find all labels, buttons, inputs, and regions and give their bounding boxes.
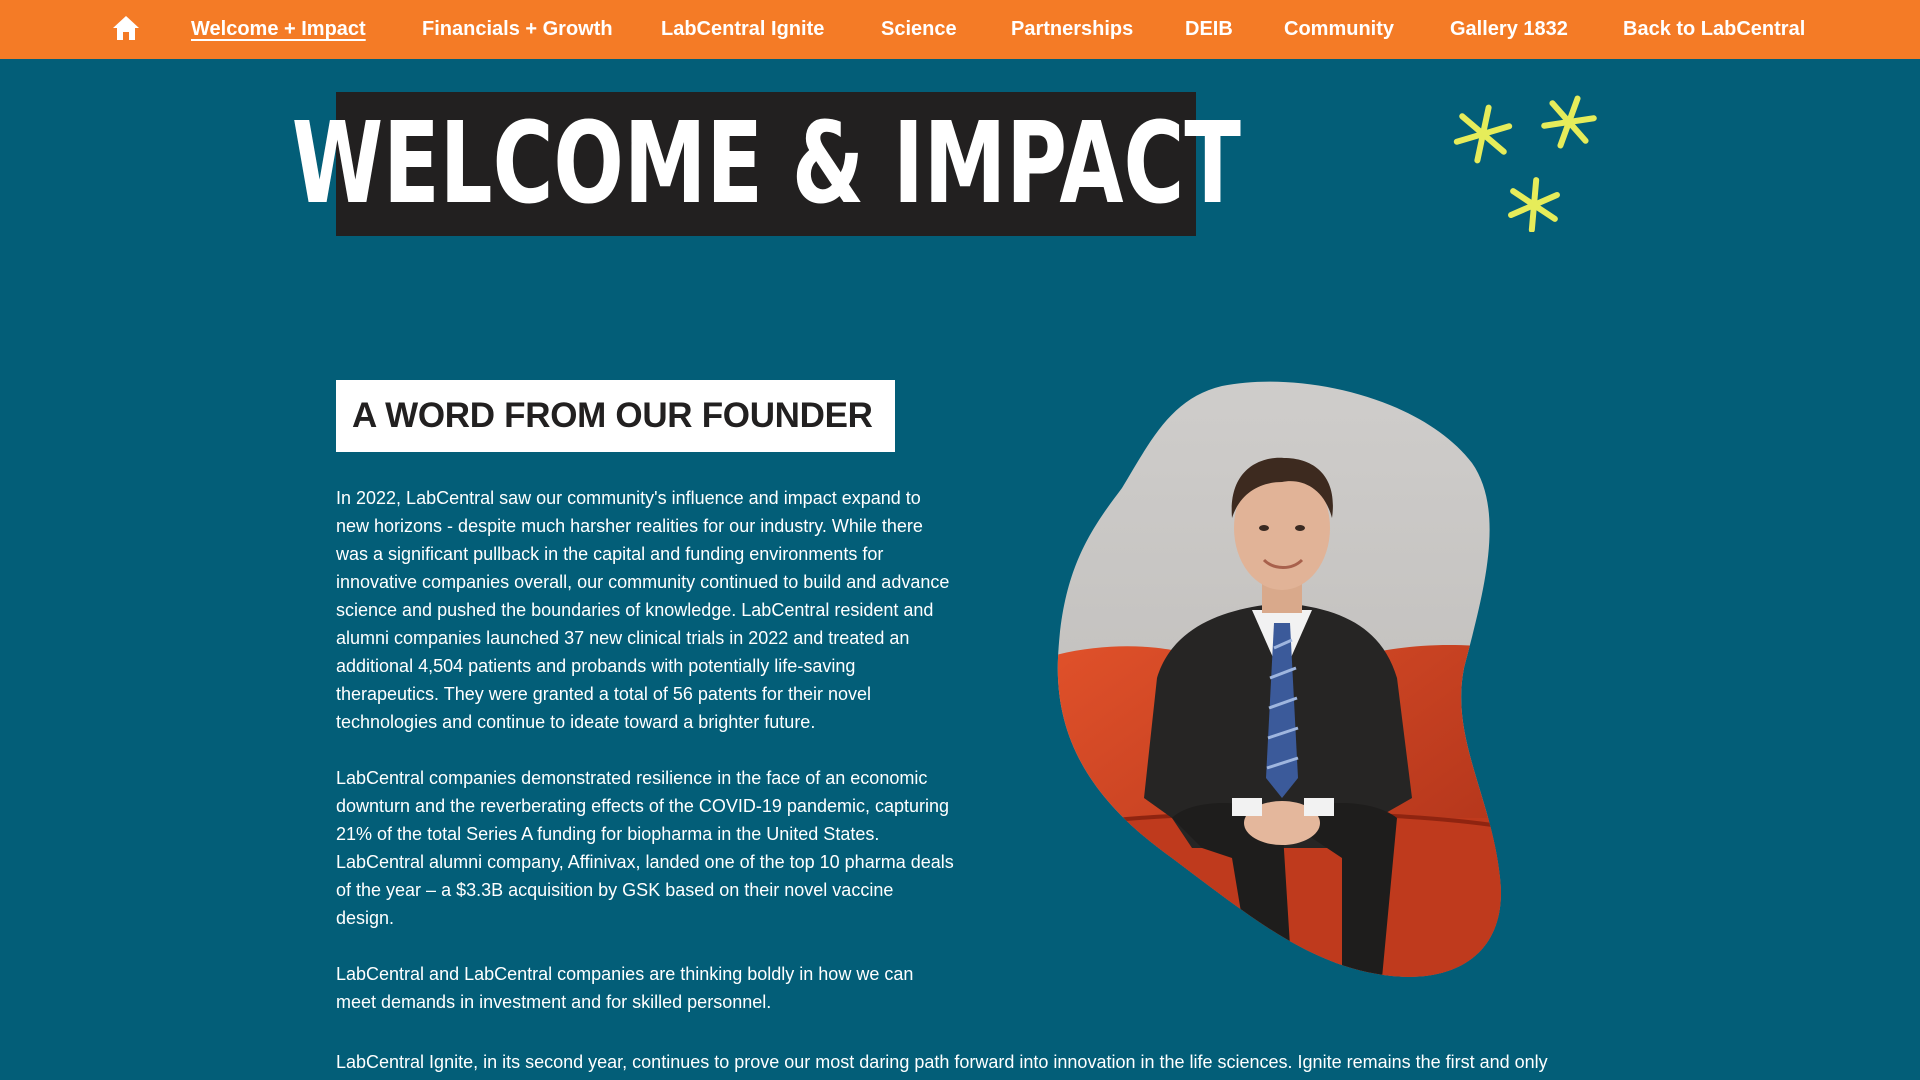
- founder-paragraph-2: LabCentral companies demonstrated resili…: [336, 768, 954, 928]
- asterisk-icon: [1453, 95, 1597, 232]
- nav-item-gallery-1832[interactable]: Gallery 1832: [1450, 17, 1568, 41]
- nav-item-deib[interactable]: DEIB: [1185, 17, 1233, 41]
- founder-paragraph-1: In 2022, LabCentral saw our community's …: [336, 488, 950, 732]
- top-nav: Welcome + Impact Financials + Growth Lab…: [0, 0, 1920, 59]
- nav-item-welcome-impact[interactable]: Welcome + Impact: [191, 17, 366, 41]
- nav-item-back-to-labcentral[interactable]: Back to LabCentral: [1623, 17, 1805, 41]
- page-title: WELCOME & IMPACT: [291, 99, 1241, 229]
- section-heading-box: A WORD FROM OUR FOUNDER: [336, 380, 895, 452]
- nav-item-partnerships[interactable]: Partnerships: [1011, 17, 1133, 41]
- founder-photo: [1052, 378, 1512, 978]
- nav-item-financials-growth[interactable]: Financials + Growth: [422, 17, 613, 41]
- section-heading: A WORD FROM OUR FOUNDER: [352, 396, 873, 435]
- nav-item-community[interactable]: Community: [1284, 17, 1394, 41]
- founder-paragraph-4: LabCentral Ignite, in its second year, c…: [336, 1052, 1548, 1072]
- hero-banner: WELCOME & IMPACT: [291, 92, 1241, 236]
- asterisk-icon-group: [1450, 92, 1600, 232]
- founder-paragraph-3: LabCentral and LabCentral companies are …: [336, 964, 914, 1012]
- home-icon[interactable]: [111, 14, 141, 42]
- nav-item-science[interactable]: Science: [881, 17, 957, 41]
- nav-item-labcentral-ignite[interactable]: LabCentral Ignite: [661, 17, 824, 41]
